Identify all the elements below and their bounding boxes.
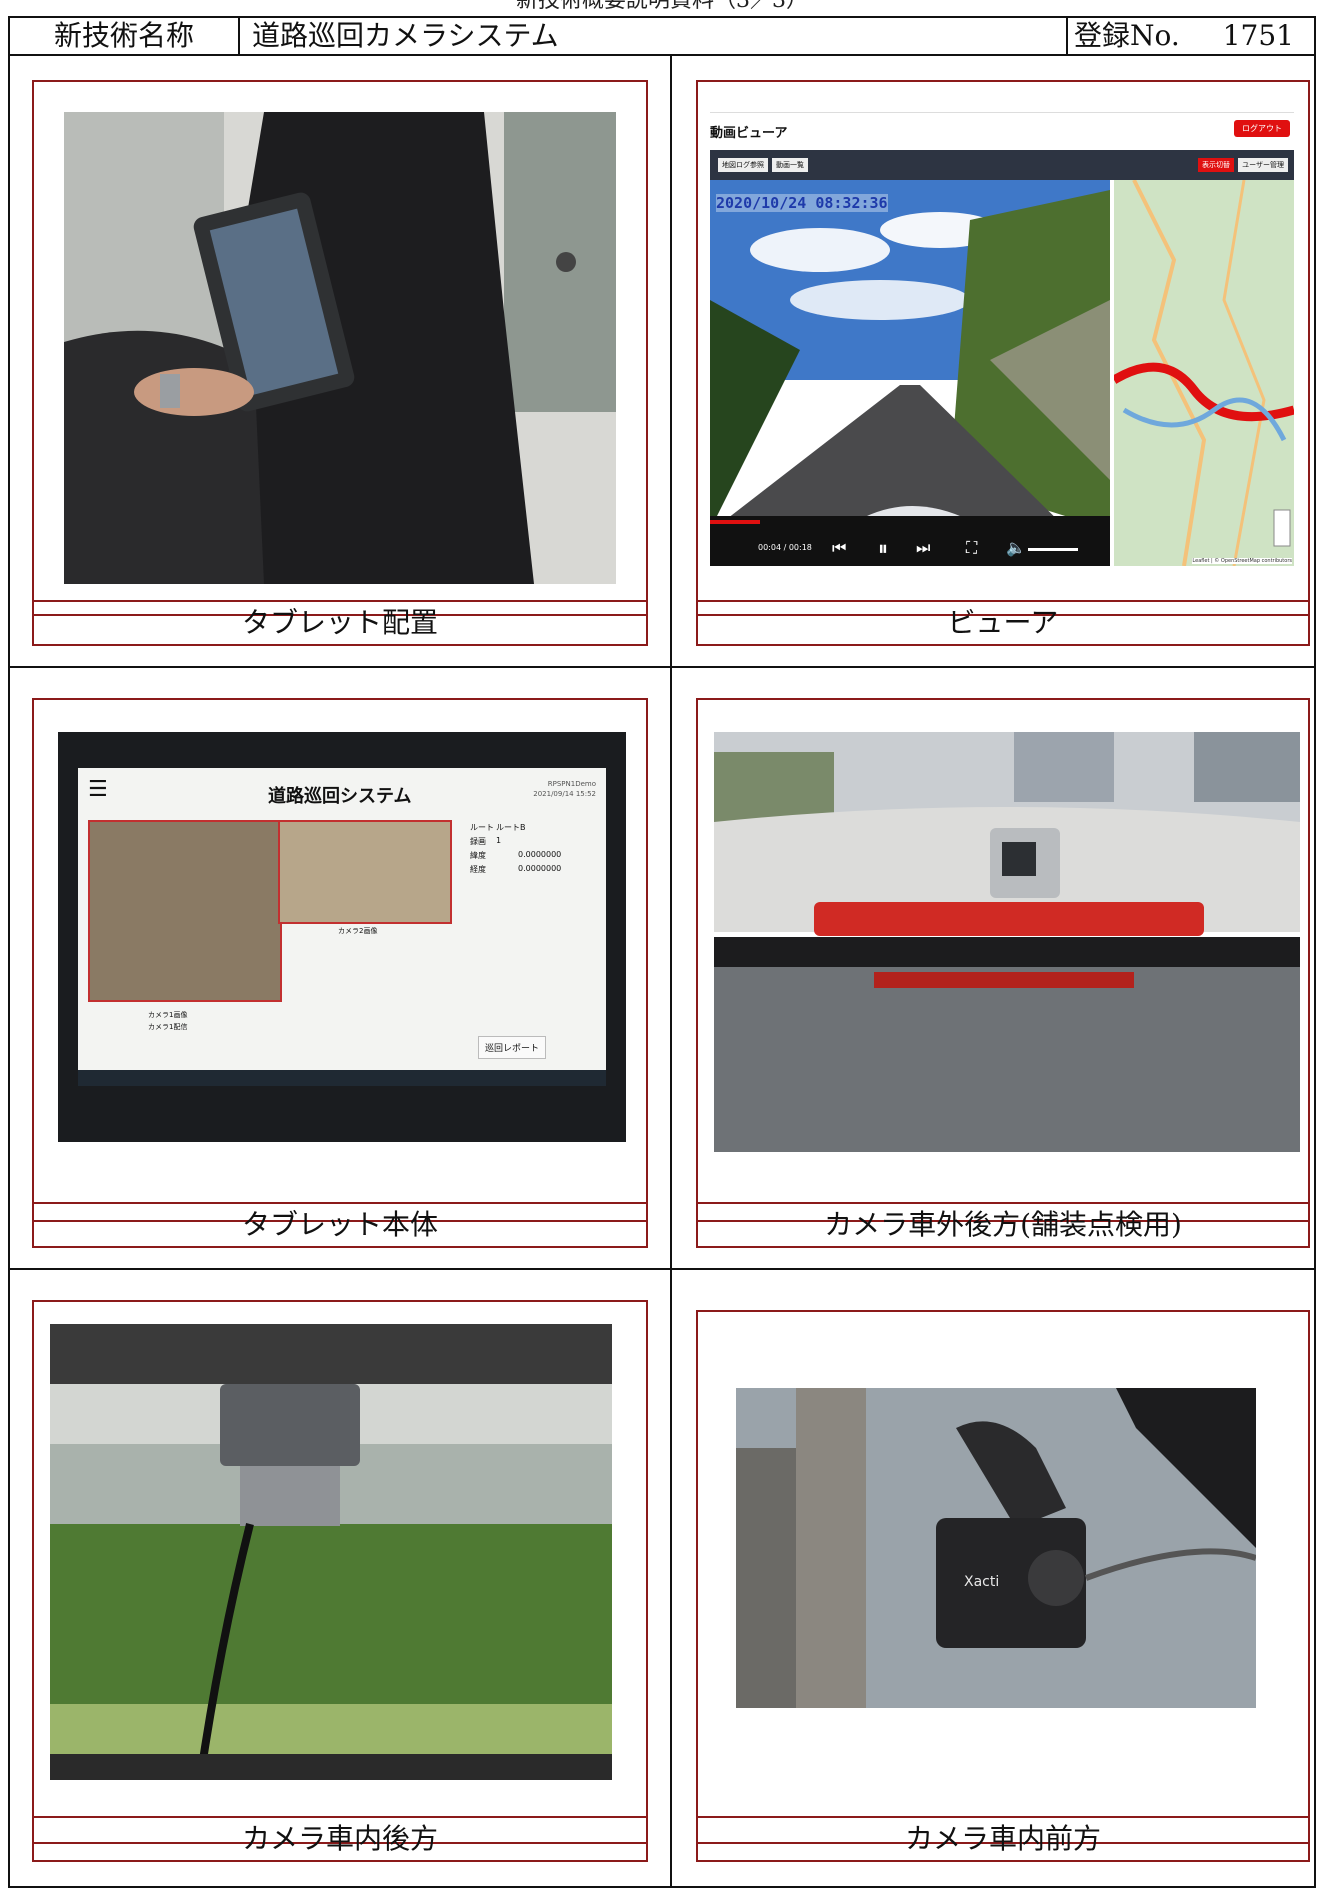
lat-label: 緯度 <box>470 851 486 860</box>
video-time: 00:04 / 00:18 <box>758 543 812 552</box>
caption-viewer: ビューア <box>696 600 1310 646</box>
registration-label: 登録No. <box>1074 19 1180 52</box>
patrol-report-button[interactable]: 巡回レポート <box>478 1036 547 1059</box>
camera1-image-label: カメラ1画像 <box>148 1011 188 1019</box>
header-table: 新技術名称 道路巡回カメラシステム 登録No. 1751 <box>8 16 1316 56</box>
caption-tablet-placement: タブレット配置 <box>32 600 648 646</box>
map-log-button[interactable]: 地図ログ参照 <box>718 158 768 172</box>
route-value: ルートB <box>496 823 526 832</box>
rewind-icon[interactable]: ⏮ <box>832 538 846 558</box>
lat-value: 0.0000000 <box>518 850 562 859</box>
hamburger-icon[interactable]: ☰ <box>88 779 108 801</box>
forward-icon[interactable]: ⏭ <box>916 538 930 558</box>
panel-viewer: 動画ビューア ログアウト 地図ログ参照 動画一覧 表示切替 ユーザー管理 202… <box>696 80 1310 616</box>
row-divider <box>10 666 1314 668</box>
taskbar <box>78 1070 606 1086</box>
route-label: ルート <box>470 823 494 832</box>
camera1-stream-label: カメラ1配信 <box>148 1023 188 1031</box>
video-timestamp: 2020/10/24 08:32:36 <box>716 194 888 212</box>
tablet-placement-photo <box>64 112 616 584</box>
logout-button[interactable]: ログアウト <box>1234 120 1290 137</box>
caption-exterior-rear-camera: カメラ車外後方(舗装点検用) <box>696 1202 1310 1248</box>
viewer-screenshot: 動画ビューア ログアウト 地図ログ参照 動画一覧 表示切替 ユーザー管理 202… <box>710 102 1294 588</box>
rec-value: 1 <box>496 836 502 845</box>
interior-rear-camera-photo <box>50 1324 612 1780</box>
camera2-label: カメラ2画像 <box>338 927 378 935</box>
exterior-rear-camera-photo <box>714 732 1300 1152</box>
map-attribution[interactable]: Leaflet | © OpenStreetMap contributors <box>1192 558 1292 564</box>
caption-interior-front-camera: カメラ車内前方 <box>696 1816 1310 1862</box>
tablet-screen: ☰ 道路巡回システム RPSPN1Demo 2021/09/14 15:52 カ… <box>78 768 606 1086</box>
registration-cell: 登録No. 1751 <box>1066 18 1314 54</box>
panel-interior-rear-camera <box>32 1300 648 1844</box>
video-controls: 00:04 / 00:18 ⏮ ⏸ ⏭ ⛶ 🔈 <box>710 532 1110 566</box>
camera2-preview <box>278 820 452 924</box>
panel-interior-front-camera: Xacti <box>696 1310 1310 1844</box>
viewer-title: 動画ビューア <box>710 126 788 141</box>
registration-number: 1751 <box>1222 19 1294 52</box>
volume-slider[interactable] <box>1028 548 1078 551</box>
column-divider <box>670 54 672 1888</box>
camera1-preview <box>88 820 282 1002</box>
viewer-toolbar: 地図ログ参照 動画一覧 表示切替 ユーザー管理 <box>710 150 1294 180</box>
tech-name-value: 道路巡回カメラシステム <box>252 19 559 52</box>
pause-icon[interactable]: ⏸ <box>878 536 888 560</box>
toggle-view-button[interactable]: 表示切替 <box>1198 158 1234 172</box>
camera-brand-logo: Xacti <box>964 1574 1000 1590</box>
tablet-datetime: 2021/09/14 15:52 <box>533 790 596 798</box>
tech-name-label: 新技術名称 <box>10 18 240 54</box>
caption-interior-rear-camera: カメラ車内後方 <box>32 1816 648 1862</box>
lon-label: 経度 <box>470 865 486 874</box>
row-divider <box>10 1268 1314 1270</box>
interior-front-camera-photo: Xacti <box>736 1388 1256 1708</box>
lon-value: 0.0000000 <box>518 864 562 873</box>
tablet-app-title: 道路巡回システム <box>268 786 412 807</box>
tablet-device-name: RPSPN1Demo <box>547 780 596 788</box>
fullscreen-icon[interactable]: ⛶ <box>966 538 977 558</box>
panel-tablet-placement <box>32 80 648 616</box>
viewer-top-rule <box>710 112 1294 113</box>
video-list-button[interactable]: 動画一覧 <box>772 158 808 172</box>
video-frame <box>710 180 1110 532</box>
rec-label: 録画 <box>470 837 486 846</box>
tablet-body-photo: ☰ 道路巡回システム RPSPN1Demo 2021/09/14 15:52 カ… <box>58 732 626 1142</box>
caption-tablet-body: タブレット本体 <box>32 1202 648 1248</box>
panel-exterior-rear-camera <box>696 698 1310 1222</box>
panel-tablet-body: ☰ 道路巡回システム RPSPN1Demo 2021/09/14 15:52 カ… <box>32 698 648 1222</box>
photo-grid: タブレット配置 動画ビューア ログアウト 地図ログ参照 動画一覧 表示切替 ユー… <box>8 54 1316 1888</box>
user-admin-button[interactable]: ユーザー管理 <box>1238 158 1288 172</box>
volume-icon[interactable]: 🔈 <box>1006 538 1026 557</box>
route-map[interactable]: Leaflet | © OpenStreetMap contributors <box>1114 180 1294 566</box>
